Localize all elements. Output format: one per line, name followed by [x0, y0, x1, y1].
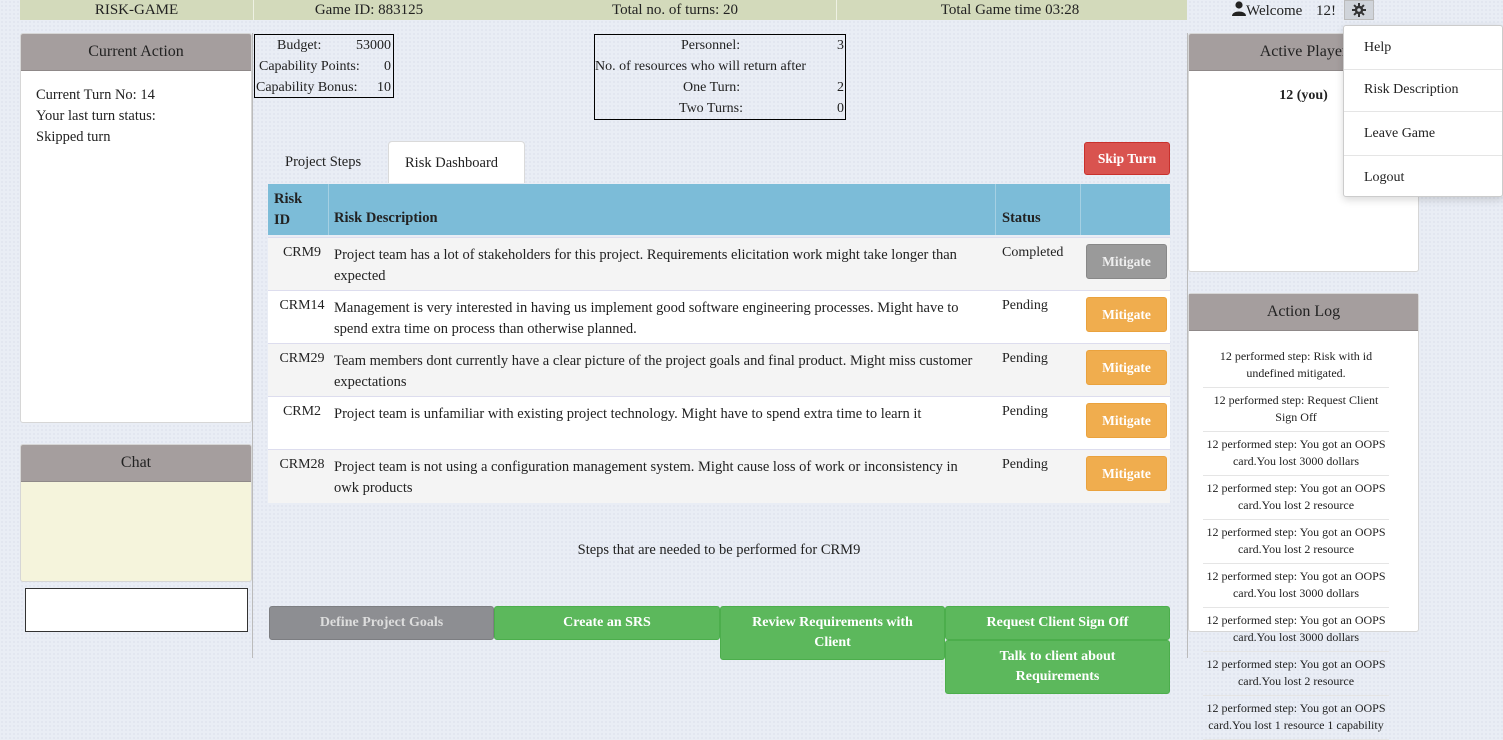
risk-status: Pending [1002, 457, 1048, 472]
mitigate-button[interactable]: Mitigate [1086, 456, 1167, 491]
one-turn-label: One Turn: [683, 80, 741, 95]
personnel-box: Personnel: 3 No. of resources who will r… [594, 34, 846, 120]
log-entry: 12 performed step: Request Client Sign O… [1203, 392, 1389, 432]
log-entry: 12 performed step: You got an OOPS card.… [1203, 700, 1389, 740]
risk-id: CRM14 [279, 298, 325, 313]
current-action-title: Current Action [21, 34, 251, 71]
menu-item-help[interactable]: Help [1344, 26, 1502, 70]
last-turn-status-label: Your last turn status: [36, 108, 156, 124]
skip-turn-button[interactable]: Skip Turn [1084, 142, 1170, 175]
two-turns-label: Two Turns: [679, 101, 743, 116]
user-icon [1232, 1, 1246, 16]
divider [252, 33, 253, 658]
two-turns-value: 0 [837, 101, 844, 116]
menu-item-risk-description[interactable]: Risk Description [1344, 68, 1502, 112]
risk-description: Project team is not using a configuratio… [334, 459, 958, 496]
personnel-value: 3 [837, 38, 844, 53]
header-status: Status [1002, 210, 1041, 226]
step-review-requirements-button[interactable]: Review Requirements with Client [720, 606, 945, 660]
log-entry: 12 performed step: You got an OOPS card.… [1203, 612, 1389, 652]
action-log-title: Action Log [1189, 294, 1418, 331]
settings-button[interactable] [1344, 0, 1374, 20]
mitigate-button[interactable]: Mitigate [1086, 297, 1167, 332]
log-entry: 12 performed step: Risk with id undefine… [1203, 348, 1389, 388]
chat-messages [21, 482, 251, 581]
risk-table: Risk ID Risk Description Status CRM9 Proj… [268, 184, 1170, 503]
chat-input[interactable] [25, 588, 248, 632]
mitigate-button[interactable]: Mitigate [1086, 403, 1167, 438]
budget-value: 53000 [356, 38, 391, 53]
risk-description: Project team has a lot of stakeholders f… [334, 247, 957, 284]
table-row: CRM14 Management is very interested in h… [268, 290, 1170, 344]
log-entry: 12 performed step: You got an OOPS card.… [1203, 524, 1389, 564]
risk-status: Completed [1002, 245, 1064, 260]
budget-box: Budget: 53000 Capability Points: 0 Capab… [254, 34, 394, 98]
settings-dropdown-menu: Help Risk Description Leave Game Logout [1343, 25, 1503, 197]
tab-project-steps[interactable]: Project Steps [269, 141, 377, 183]
step-create-srs-button[interactable]: Create an SRS [494, 606, 720, 640]
log-entry: 12 performed step: You got an OOPS card.… [1203, 436, 1389, 476]
personnel-label: Personnel: [681, 38, 741, 53]
table-row: CRM9 Project team has a lot of stakehold… [268, 237, 1170, 291]
table-row: CRM28 Project team is not using a config… [268, 449, 1170, 503]
username: 12! [1316, 3, 1337, 19]
gear-icon [1352, 3, 1366, 17]
capability-bonus-value: 10 [377, 80, 391, 95]
mitigate-button[interactable]: Mitigate [1086, 244, 1167, 279]
menu-item-logout[interactable]: Logout [1344, 156, 1502, 200]
capability-points-label: Capability Points: [259, 59, 360, 74]
risk-status: Pending [1002, 351, 1048, 366]
risk-id: CRM9 [282, 245, 322, 260]
capability-points-value: 0 [384, 59, 391, 74]
risk-description: Project team is unfamiliar with existing… [334, 406, 922, 422]
chat-title: Chat [21, 445, 251, 482]
step-define-project-goals-button[interactable]: Define Project Goals [269, 606, 494, 640]
step-request-sign-off-button[interactable]: Request Client Sign Off [945, 606, 1170, 640]
action-log-panel: Action Log 12 performed step: Risk with … [1188, 293, 1419, 740]
log-entry: 12 performed step: You got an OOPS card.… [1203, 656, 1389, 696]
capability-bonus-label: Capability Bonus: [256, 80, 358, 95]
risk-id: CRM2 [282, 404, 322, 419]
app-title: RISK-GAME [94, 2, 179, 18]
header-risk-description: Risk Description [334, 210, 438, 226]
welcome-text: Welcome 12! [1232, 0, 1336, 22]
top-bar: RISK-GAME Game ID: 883125 Total no. of t… [20, 0, 1187, 20]
mitigate-button[interactable]: Mitigate [1086, 350, 1167, 385]
log-entry: 12 performed step: You got an OOPS card.… [1203, 568, 1389, 608]
risk-status: Pending [1002, 404, 1048, 419]
table-header: Risk ID Risk Description Status [268, 184, 1170, 235]
risk-description: Team members dont currently have a clear… [334, 353, 973, 390]
one-turn-value: 2 [837, 80, 844, 95]
risk-id: CRM29 [279, 351, 325, 366]
step-talk-to-client-button[interactable]: Talk to client about Requirements [945, 640, 1170, 694]
table-row: CRM29 Team members dont currently have a… [268, 343, 1170, 397]
welcome-label: Welcome [1246, 3, 1303, 19]
chat-panel: Chat [20, 444, 252, 582]
steps-caption: Steps that are needed to be performed fo… [577, 542, 861, 558]
last-turn-status: Skipped turn [36, 129, 111, 145]
game-id: Game ID: 883125 [314, 2, 424, 18]
tab-risk-dashboard[interactable]: Risk Dashboard [388, 141, 525, 183]
divider [328, 184, 329, 235]
game-time: Total Game time 03:28 [940, 2, 1080, 18]
current-turn: Current Turn No: 14 [36, 87, 155, 103]
divider [1080, 184, 1081, 235]
budget-label: Budget: [277, 38, 322, 53]
total-turns: Total no. of turns: 20 [611, 2, 739, 18]
current-action-panel: Current Action Current Turn No: 14 Your … [20, 33, 252, 423]
menu-item-leave-game[interactable]: Leave Game [1344, 112, 1502, 156]
header-risk-id: Risk ID [274, 191, 303, 228]
risk-description: Management is very interested in having … [334, 300, 959, 337]
table-row: CRM2 Project team is unfamiliar with exi… [268, 396, 1170, 450]
log-entry: 12 performed step: You got an OOPS card.… [1203, 480, 1389, 520]
risk-status: Pending [1002, 298, 1048, 313]
divider [995, 184, 996, 235]
risk-id: CRM28 [279, 457, 325, 472]
resources-return-label: No. of resources who will return after [595, 59, 807, 74]
